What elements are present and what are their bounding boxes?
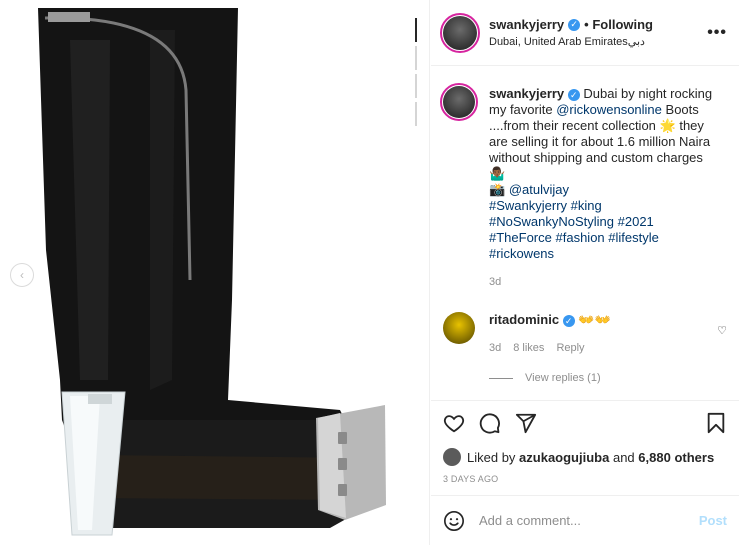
comment-input[interactable] — [479, 513, 699, 528]
carousel-dot — [415, 74, 417, 98]
view-replies-button[interactable]: View replies (1) — [489, 372, 727, 384]
hashtag[interactable]: #NoSwankyNoStyling — [489, 214, 614, 229]
liker-avatar[interactable] — [443, 448, 461, 466]
person-emoji-icon: 🤷🏾‍♂️ — [489, 166, 506, 181]
hashtag[interactable]: #TheForce — [489, 230, 552, 245]
post-header: swankyjerry ✓ • Following Dubai, United … — [431, 0, 739, 66]
caption-meta: 3d — [489, 274, 719, 290]
more-options-icon[interactable]: ••• — [707, 24, 727, 42]
caption-username[interactable]: swankyjerry — [489, 86, 564, 101]
hashtag[interactable]: #king — [571, 198, 602, 213]
liked-by-prefix: Liked by — [467, 449, 516, 465]
boot-image — [38, 8, 386, 536]
photographer-mention[interactable]: @atulvijay — [509, 182, 569, 197]
comment-icon[interactable] — [479, 412, 501, 434]
hashtag[interactable]: #Swankyjerry — [489, 198, 567, 213]
commenter-username[interactable]: ritadominic — [489, 312, 559, 327]
comment-likes[interactable]: 8 likes — [513, 340, 544, 356]
caption-age[interactable]: 3d — [489, 274, 501, 290]
likes-summary: Liked by azukaogujiuba and 6,880 others — [431, 444, 739, 470]
star-emoji-icon: 🌟 — [659, 118, 676, 133]
hashtag[interactable]: #lifestyle — [608, 230, 659, 245]
following-button[interactable]: • Following — [584, 17, 653, 32]
likes-count-button[interactable]: 6,880 others — [638, 450, 714, 465]
view-replies-label: View replies (1) — [525, 372, 601, 384]
comments-panel: swankyjerry ✓ Dubai by night rocking my … — [431, 66, 739, 400]
post-sidebar: swankyjerry ✓ • Following Dubai, United … — [431, 0, 739, 545]
comment-item: ritadominic ✓ 👐👐 3d 8 likes Reply ♡ — [443, 312, 727, 356]
comment-body: ritadominic ✓ 👐👐 3d 8 likes Reply — [489, 312, 709, 356]
save-icon[interactable] — [705, 412, 727, 434]
carousel-dot — [415, 46, 417, 70]
post-comment-button[interactable]: Post — [699, 513, 727, 528]
hashtag[interactable]: #2021 — [618, 214, 654, 229]
caption-body: swankyjerry ✓ Dubai by night rocking my … — [489, 86, 719, 290]
caption: swankyjerry ✓ Dubai by night rocking my … — [440, 83, 727, 290]
camera-emoji-icon: 📸 — [489, 182, 506, 197]
comment-meta: 3d 8 likes Reply — [489, 340, 709, 356]
comment-text: 👐👐 — [578, 312, 611, 327]
share-icon[interactable] — [515, 412, 537, 434]
comment-composer: Post — [431, 495, 739, 545]
commenter-avatar[interactable] — [443, 312, 475, 344]
author-avatar[interactable] — [440, 12, 480, 53]
like-icon[interactable] — [443, 412, 465, 434]
post-dialog: ‹ swankyjerry ✓ • Following Dubai, Unite… — [0, 0, 739, 545]
comment-like-icon[interactable]: ♡ — [717, 324, 727, 356]
liked-by-and: and — [612, 449, 635, 465]
author-meta: swankyjerry ✓ • Following Dubai, United … — [489, 17, 707, 48]
carousel-dot — [415, 102, 417, 126]
verified-icon: ✓ — [567, 89, 580, 101]
post-timestamp[interactable]: 3 DAYS AGO — [431, 470, 739, 496]
hashtag[interactable]: #fashion — [556, 230, 605, 245]
caption-mention[interactable]: @rickowensonline — [556, 102, 662, 117]
carousel-prev-button[interactable]: ‹ — [10, 263, 34, 287]
liker-username[interactable]: azukaogujiuba — [519, 450, 609, 465]
replies-divider — [489, 377, 513, 379]
carousel-dot-active — [415, 18, 417, 42]
hashtag[interactable]: #rickowens — [489, 246, 554, 261]
caption-avatar[interactable] — [440, 83, 478, 121]
post-photo[interactable]: ‹ — [0, 0, 430, 545]
carousel-indicator — [415, 18, 417, 126]
action-bar — [431, 400, 739, 444]
verified-icon: ✓ — [562, 315, 575, 327]
author-username[interactable]: swankyjerry — [489, 17, 564, 32]
post-location[interactable]: Dubai, United Arab Emiratesدبي — [489, 35, 707, 48]
comment-reply-button[interactable]: Reply — [556, 340, 584, 356]
emoji-icon[interactable] — [443, 510, 465, 532]
verified-icon: ✓ — [568, 18, 581, 31]
author-line: swankyjerry ✓ • Following — [489, 17, 707, 32]
comment-age[interactable]: 3d — [489, 340, 501, 356]
